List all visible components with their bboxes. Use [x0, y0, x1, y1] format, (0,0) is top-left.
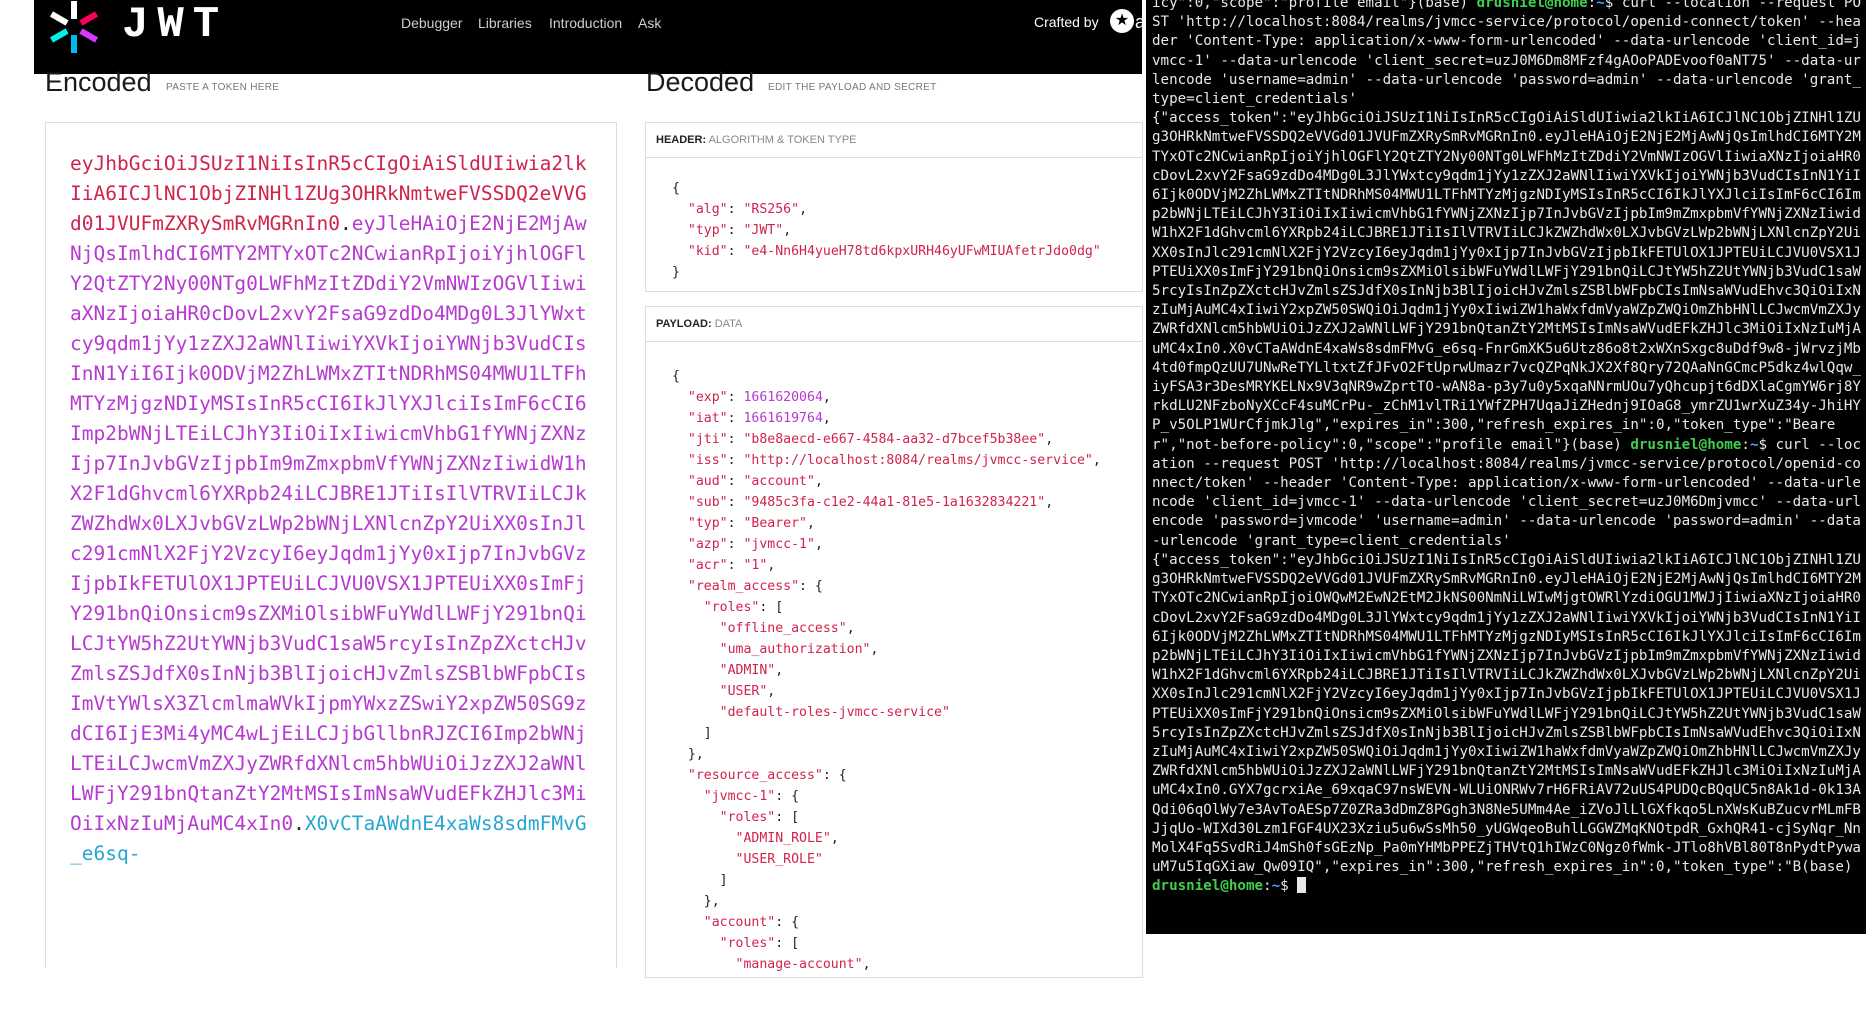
payload-json-line: "aud": "account",: [687, 474, 823, 489]
token-payload-part: eyJleHAiOjE2NjE2MjAwNjQsImlhdCI6MTY2MTYx…: [70, 212, 587, 835]
prompt-end: $: [1604, 0, 1622, 11]
crafted-by-trail: a: [1135, 12, 1146, 32]
encoded-title: Encoded: [45, 67, 152, 97]
terminal-command: curl --location --request POST 'http://l…: [1152, 436, 1861, 549]
prompt-path: ~: [1596, 0, 1605, 11]
payload-json-line: "manage-account",: [735, 957, 871, 972]
decoded-title: Decoded: [646, 67, 755, 97]
header-section-heading: HEADER: ALGORITHM & TOKEN TYPE: [646, 123, 1142, 158]
payload-json-line: "resource_access": {: [687, 768, 847, 783]
decoded-payload-box[interactable]: PAYLOAD: DATA { "exp": 1661620064, "iat"…: [645, 306, 1143, 978]
payload-json-line: "ADMIN",: [719, 663, 784, 678]
prompt-end: $: [1758, 436, 1776, 453]
token-dot: .: [340, 212, 352, 235]
payload-json-line: "iat": 1661619764,: [687, 411, 831, 426]
payload-json-line: "acr": "1",: [687, 558, 776, 573]
payload-sublabel: DATA: [714, 318, 743, 330]
json-key: "typ": [687, 223, 728, 238]
payload-json-line: "uma_authorization",: [719, 642, 879, 657]
encoded-token-input[interactable]: eyJhbGciOiJSUzI1NiIsInR5cCIgOiAiSldUIiwi…: [45, 122, 617, 968]
token-text[interactable]: eyJhbGciOiJSUzI1NiIsInR5cCIgOiAiSldUIiwi…: [70, 149, 595, 869]
prompt-user: drusniel@home: [1152, 878, 1264, 895]
payload-json-line: "azp": "jvmcc-1",: [687, 537, 823, 552]
prompt-separator: :: [1587, 0, 1597, 11]
payload-json-line: "ADMIN_ROLE",: [735, 831, 839, 846]
nav-link-ask[interactable]: Ask: [638, 14, 661, 32]
payload-json-line: "USER",: [719, 684, 776, 699]
jwt-logo-text[interactable]: JWT: [122, 0, 228, 50]
top-navbar: JWT Debugger Libraries Introduction Ask …: [34, 0, 1146, 74]
terminal-window[interactable]: icy":0,"scope":"profile email"}(base) dr…: [1146, 0, 1866, 934]
terminal-response: {"access_token":"eyJhbGciOiJSUzI1NiIsInR…: [1152, 551, 1861, 876]
header-sublabel: ALGORITHM & TOKEN TYPE: [708, 134, 857, 146]
jwt-debugger-page: JWT Debugger Libraries Introduction Ask …: [0, 0, 1146, 1030]
prompt-path: ~: [1271, 878, 1281, 895]
payload-json-line: ]: [672, 873, 728, 888]
payload-json-line: "exp": 1661620064,: [687, 390, 831, 405]
nav-link-debugger[interactable]: Debugger: [401, 14, 463, 32]
payload-json-editor[interactable]: { "exp": 1661620064, "iat": 1661619764, …: [672, 366, 1101, 975]
header-json-line: "kid": "e4-Nn6H4yueH78td6kpxURH46yUFwMIU…: [687, 244, 1101, 259]
payload-json-line: "jti": "b8e8aecd-e667-4584-aa32-d7bcef5b…: [687, 432, 1054, 447]
payload-json-line: "realm_access": {: [687, 579, 823, 594]
payload-json-line: ]: [672, 726, 712, 741]
nav-link-libraries[interactable]: Libraries: [478, 14, 532, 32]
decoded-subtitle: EDIT THE PAYLOAD AND SECRET: [768, 82, 937, 93]
payload-json-line: "account": {: [703, 915, 800, 930]
prompt-separator: :: [1741, 436, 1750, 453]
payload-json-line: "default-roles-jvmcc-service": [719, 705, 950, 720]
payload-json-line: "typ": "Bearer",: [687, 516, 815, 531]
payload-json-line: "USER_ROLE": [735, 852, 823, 867]
payload-json-line: "iss": "http://localhost:8084/realms/jvm…: [687, 453, 1101, 468]
json-value: "JWT": [743, 223, 784, 238]
terminal-text: icy":0,"scope":"profile email"}(base): [1152, 0, 1477, 11]
crafted-by-label: Crafted by: [1034, 14, 1099, 30]
nav-link-introduction[interactable]: Introduction: [549, 14, 622, 32]
terminal-cursor: [1297, 877, 1307, 894]
payload-section-heading: PAYLOAD: DATA: [646, 307, 1142, 342]
terminal-command: curl --location --request POST 'http://l…: [1152, 0, 1861, 108]
json-value: "e4-Nn6H4yueH78td6kpxURH46yUFwMIUAfetrJd…: [743, 244, 1101, 259]
encoded-subtitle: PASTE A TOKEN HERE: [166, 82, 280, 93]
header-json-editor[interactable]: { "alg": "RS256", "typ": "JWT", "kid": "…: [672, 178, 1101, 283]
payload-json-line: "offline_access",: [719, 621, 855, 636]
token-dot: .: [293, 812, 305, 835]
terminal-output[interactable]: icy":0,"scope":"profile email"}(base) dr…: [1152, 0, 1862, 897]
jwt-logo-icon[interactable]: [44, 0, 104, 55]
prompt-user: drusniel@home: [1630, 436, 1742, 453]
json-key: "alg": [687, 202, 728, 217]
payload-json-line: "jvmcc-1": {: [703, 789, 800, 804]
prompt-separator: :: [1263, 878, 1272, 895]
decoded-header-box[interactable]: HEADER: ALGORITHM & TOKEN TYPE { "alg": …: [645, 122, 1143, 292]
json-value: "RS256": [743, 202, 800, 217]
header-label: HEADER:: [656, 134, 707, 146]
payload-json-line: {: [672, 369, 680, 384]
prompt-user: drusniel@home: [1476, 0, 1588, 11]
header-json-line: "alg": "RS256",: [687, 202, 808, 217]
json-key: "kid": [687, 244, 728, 259]
terminal-response: {"access_token":"eyJhbGciOiJSUzI1NiIsInR…: [1152, 110, 1861, 453]
payload-json-line: "roles": [: [703, 600, 784, 615]
payload-json-line: "sub": "9485c3fa-c1e2-44a1-81e5-1a163283…: [687, 495, 1054, 510]
auth0-star-icon[interactable]: ★: [1110, 9, 1134, 33]
payload-json-line: },: [672, 747, 704, 762]
payload-json-line: },: [672, 894, 720, 909]
header-json-line: "typ": "JWT",: [687, 223, 792, 238]
payload-json-line: "roles": [: [719, 936, 800, 951]
prompt-end: $: [1280, 878, 1298, 895]
payload-json-line: "roles": [: [719, 810, 800, 825]
payload-label: PAYLOAD:: [656, 318, 712, 330]
